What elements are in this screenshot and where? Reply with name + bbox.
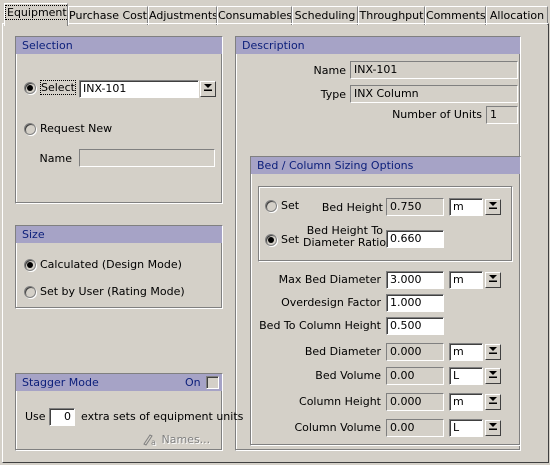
description-name-label: Name — [313, 64, 346, 77]
names-button-label: Names... — [161, 433, 211, 446]
bed-height-unit-dropdown-button[interactable] — [485, 199, 501, 215]
ratio-field[interactable]: 0.660 — [386, 230, 444, 248]
selection-header: Selection — [16, 37, 222, 54]
calculated-mode-radio[interactable] — [24, 259, 36, 271]
equipment-panel: Selection Select INX-101 Request New Nam… — [2, 23, 549, 463]
set-ratio-label: Set — [281, 233, 300, 246]
column-volume-unit-field[interactable]: L — [449, 419, 483, 437]
column-height-unit-field[interactable]: m — [449, 393, 483, 411]
request-new-radio[interactable] — [24, 123, 36, 135]
column-volume-field: 0.00 — [386, 419, 444, 437]
tab-label: Purchase Cost — [69, 9, 147, 22]
tab-label: Comments — [426, 9, 486, 22]
extra-sets-label: extra sets of equipment units — [81, 410, 244, 423]
bed-column-sizing-header: Bed / Column Sizing Options — [251, 157, 520, 174]
bed-diameter-label: Bed Diameter — [304, 345, 381, 358]
bed-diameter-field: 0.000 — [386, 343, 444, 361]
bed-height-unit-field[interactable]: m — [449, 198, 483, 216]
max-bed-diameter-unit-field[interactable]: m — [449, 271, 483, 289]
max-bed-diameter-field[interactable]: 3.000 — [386, 271, 444, 289]
description-type-label: Type — [320, 88, 346, 101]
bed-to-column-height-field[interactable]: 0.500 — [386, 317, 444, 335]
tab-label: Throughput — [359, 9, 424, 22]
tab-label: Consumables — [218, 9, 292, 22]
tab-equipment[interactable]: Equipment — [4, 3, 68, 26]
use-label: Use — [25, 410, 46, 423]
down-arrow-bar-icon — [489, 423, 497, 430]
down-arrow-bar-icon — [489, 275, 497, 282]
set-bed-height-radio[interactable] — [265, 200, 277, 212]
column-volume-unit-dropdown-button[interactable] — [485, 420, 501, 436]
description-header: Description — [236, 37, 520, 54]
max-bed-diameter-unit-dropdown-button[interactable] — [485, 272, 501, 288]
equipment-select-field[interactable]: INX-101 — [79, 80, 199, 98]
ratio-label-line2: Diameter Ratio — [303, 236, 387, 249]
overdesign-factor-label: Overdesign Factor — [281, 296, 381, 309]
tab-label: Adjustments — [149, 9, 217, 22]
bed-volume-unit-field[interactable]: L — [449, 367, 483, 385]
stagger-mode-group: Stagger Mode On Use 0 extra sets of equi… — [15, 373, 243, 451]
description-group: Description Name INX-101 Type INX Column… — [235, 36, 521, 451]
overdesign-factor-field[interactable]: 1.000 — [386, 294, 444, 312]
stagger-on-label: On — [185, 376, 201, 389]
down-arrow-bar-icon — [204, 84, 212, 91]
tab-label: Scheduling — [294, 9, 356, 22]
set-by-user-mode-label: Set by User (Rating Mode) — [40, 285, 185, 298]
set-ratio-radio[interactable] — [265, 234, 277, 246]
request-new-label: Request New — [40, 122, 113, 135]
bed-column-sizing-group: Bed / Column Sizing Options Set Bed Heig… — [250, 156, 521, 446]
units-label: Number of Units — [392, 108, 482, 121]
calculated-mode-label: Calculated (Design Mode) — [40, 258, 182, 271]
set-option-frame: Set Bed Height 0.750 m Set Bed Height To… — [258, 186, 513, 262]
stagger-on-checkbox[interactable] — [206, 376, 219, 389]
down-arrow-bar-icon — [489, 371, 497, 378]
tab-label: Allocation — [489, 9, 545, 22]
bed-height-label: Bed Height — [321, 201, 383, 214]
select-radio[interactable] — [24, 82, 36, 94]
down-arrow-bar-icon — [489, 347, 497, 354]
max-bed-diameter-label: Max Bed Diameter — [278, 273, 381, 286]
column-volume-label: Column Volume — [294, 421, 381, 434]
request-name-field[interactable] — [79, 149, 215, 167]
set-by-user-mode-radio[interactable] — [24, 286, 36, 298]
bed-volume-field: 0.00 — [386, 367, 444, 385]
column-height-unit-dropdown-button[interactable] — [485, 394, 501, 410]
selection-group: Selection Select INX-101 Request New Nam… — [15, 36, 223, 204]
description-name-field: INX-101 — [350, 61, 518, 79]
svg-text:a: a — [151, 438, 156, 446]
tab-equipment-label: Equipment — [5, 5, 67, 20]
bed-volume-label: Bed Volume — [315, 369, 381, 382]
size-group: Size Calculated (Design Mode) Set by Use… — [15, 225, 223, 309]
bed-to-column-height-label: Bed To Column Height — [259, 319, 381, 332]
select-label: Select — [40, 80, 76, 95]
pen-label-icon: a — [143, 434, 156, 447]
extra-sets-field[interactable]: 0 — [49, 408, 75, 426]
bed-volume-unit-dropdown-button[interactable] — [485, 368, 501, 384]
description-type-field: INX Column — [350, 85, 518, 103]
equipment-select-dropdown-button[interactable] — [200, 81, 216, 97]
column-height-label: Column Height — [299, 395, 381, 408]
down-arrow-bar-icon — [489, 202, 497, 209]
bed-diameter-unit-dropdown-button[interactable] — [485, 344, 501, 360]
down-arrow-bar-icon — [489, 397, 497, 404]
set-bed-height-label: Set — [281, 199, 300, 212]
bed-height-field[interactable]: 0.750 — [386, 198, 444, 216]
names-button[interactable]: a Names... — [142, 432, 211, 447]
name-label: Name — [39, 152, 72, 165]
bed-diameter-unit-field[interactable]: m — [449, 343, 483, 361]
column-height-field: 0.000 — [386, 393, 444, 411]
units-field: 1 — [486, 106, 518, 124]
tab-strip: Equipment Purchase Cost Adjustments Cons… — [2, 3, 550, 26]
size-header: Size — [16, 226, 222, 243]
